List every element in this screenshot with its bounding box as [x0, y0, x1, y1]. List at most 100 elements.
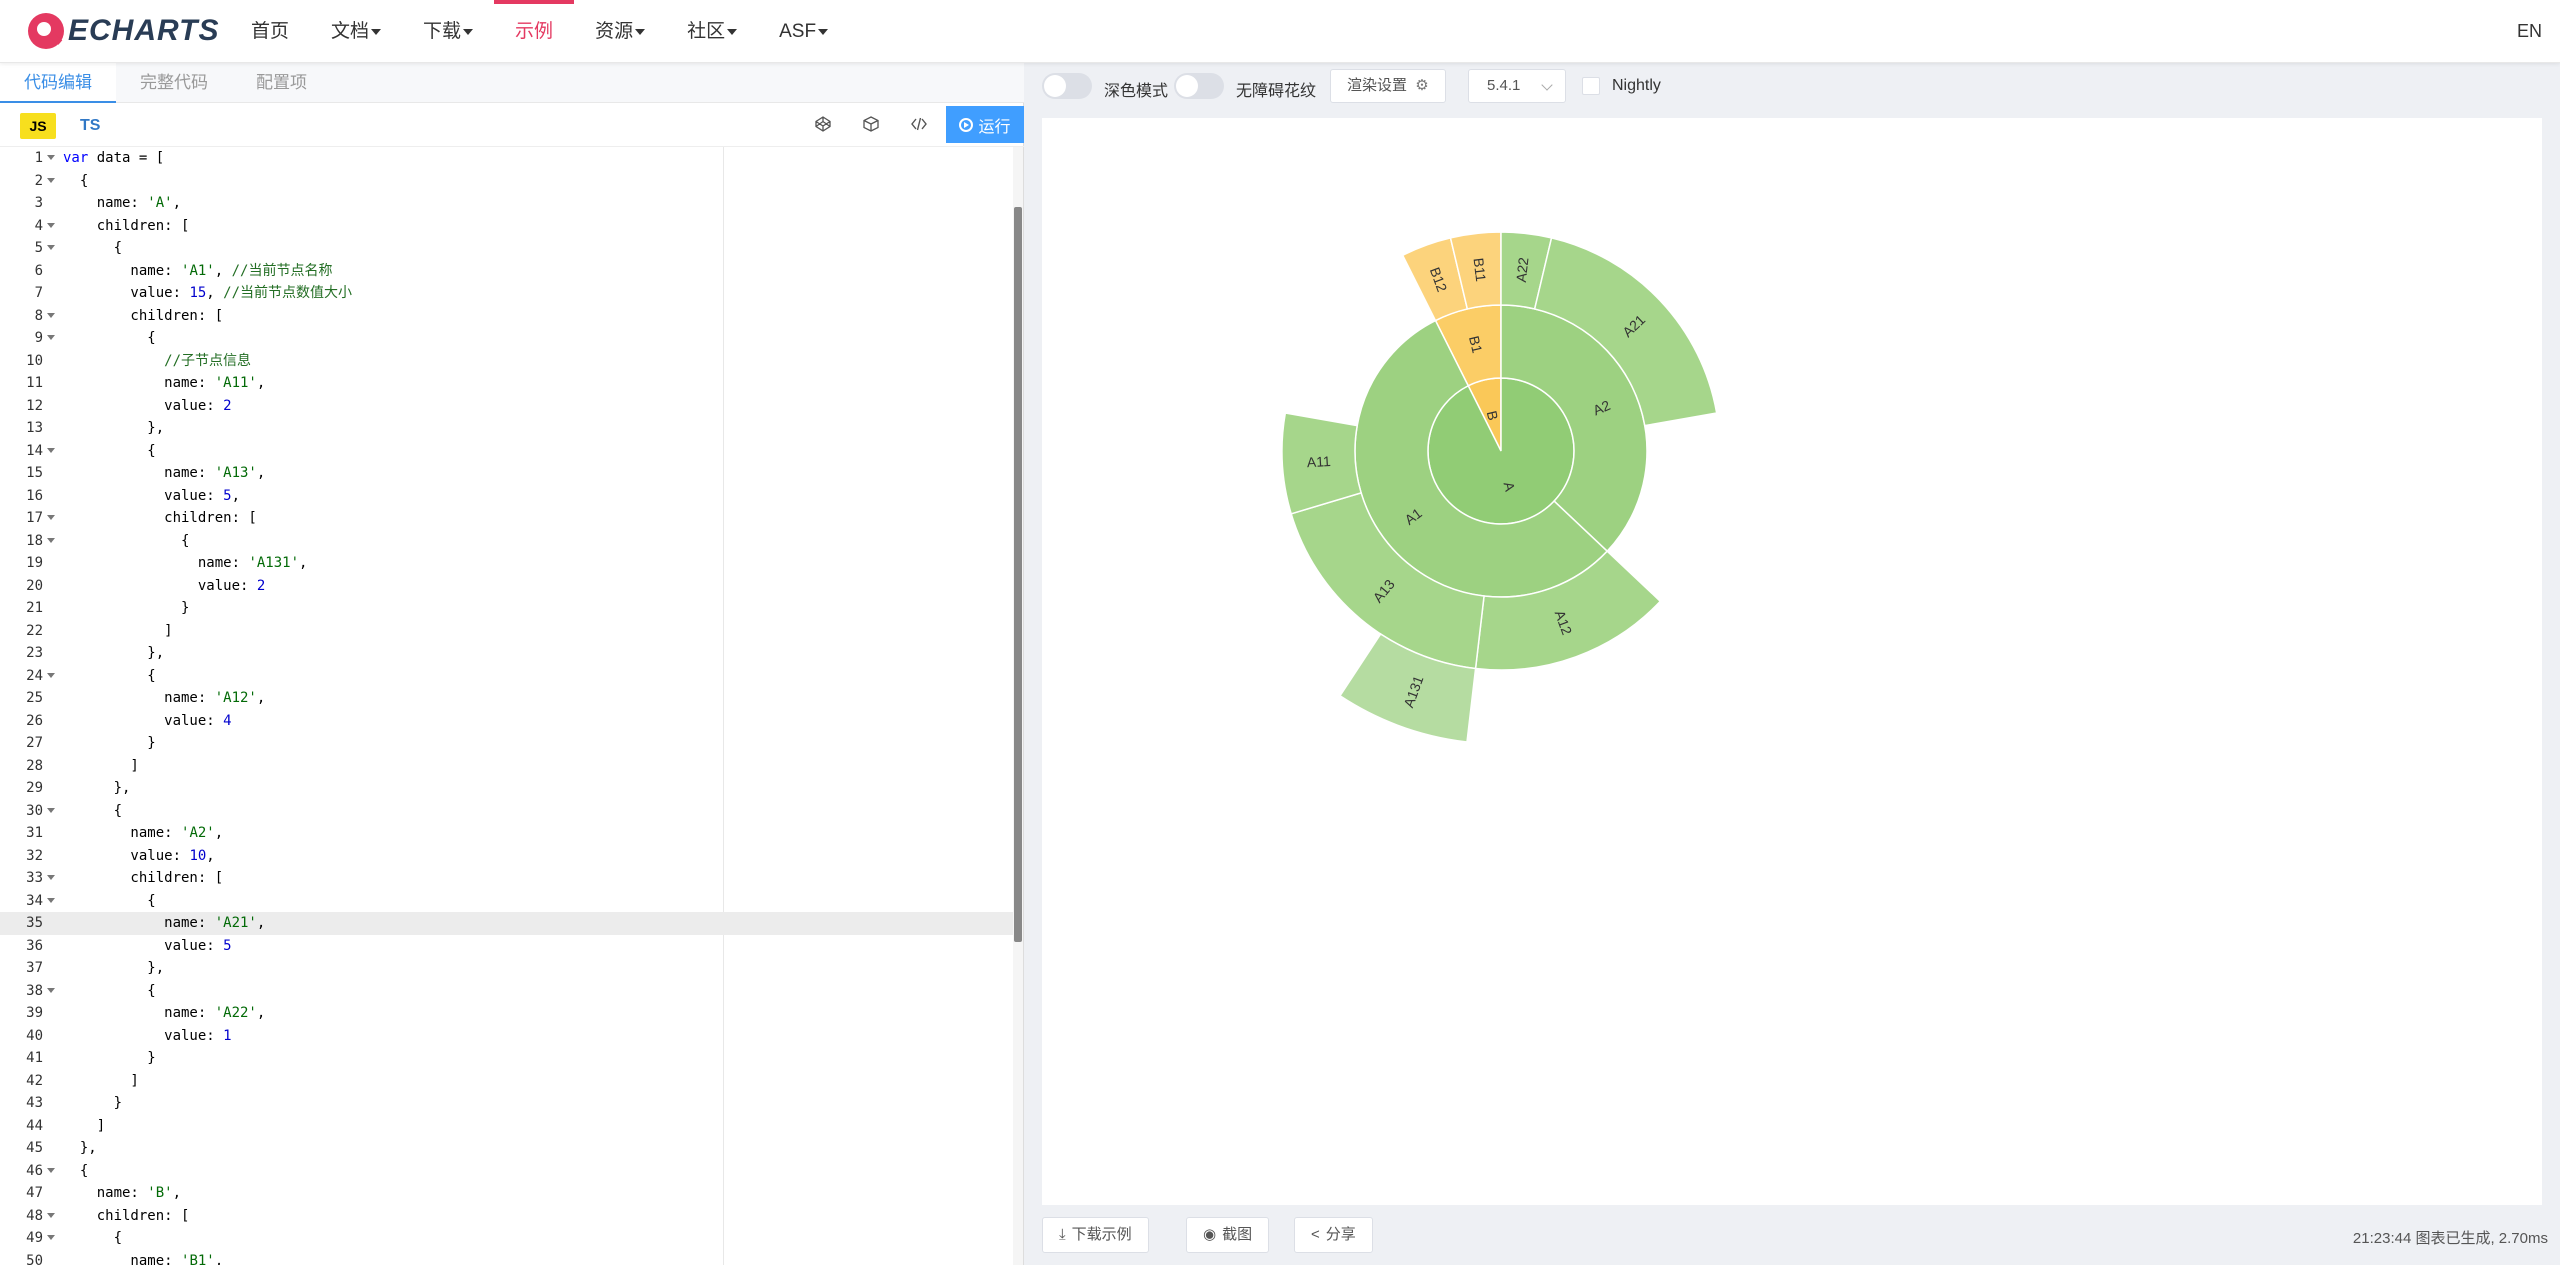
- echarts-logo[interactable]: ECHARTS: [28, 12, 219, 50]
- sunburst-chart: BB1B12 B11AA2A22A21A1A12A13A131A11: [1281, 231, 1718, 743]
- code-line[interactable]: 7 value: 15, //当前节点数值大小: [0, 282, 1014, 305]
- nav-home[interactable]: 首页: [230, 0, 310, 63]
- code-line[interactable]: 10 //子节点信息: [0, 350, 1014, 373]
- code-line[interactable]: 27 }: [0, 732, 1014, 755]
- codepen-icon[interactable]: [812, 115, 834, 137]
- code-line[interactable]: 22 ]: [0, 620, 1014, 643]
- fold-arrow-icon[interactable]: [47, 672, 55, 678]
- editor-scroll-thumb[interactable]: [1014, 207, 1022, 942]
- code-line[interactable]: 35 name: 'A21',: [0, 912, 1014, 935]
- nav-docs[interactable]: 文档: [310, 0, 402, 63]
- nav-resources[interactable]: 资源: [574, 0, 666, 63]
- fold-arrow-icon[interactable]: [47, 177, 55, 183]
- code-editor[interactable]: 1 var data = [2 {3 name: 'A', 4 children: …: [0, 147, 1024, 1265]
- code-line[interactable]: 13 },: [0, 417, 1014, 440]
- decal-toggle[interactable]: [1174, 73, 1224, 99]
- code-line[interactable]: 21 }: [0, 597, 1014, 620]
- code-line[interactable]: 23 },: [0, 642, 1014, 665]
- code-line[interactable]: 28 ]: [0, 755, 1014, 778]
- codesandbox-icon[interactable]: [860, 115, 882, 137]
- line-number: 4: [34, 217, 43, 234]
- download-example-button[interactable]: ⤓ 下载示例: [1042, 1217, 1149, 1253]
- language-switch[interactable]: EN: [2517, 0, 2542, 63]
- nav-download[interactable]: 下载: [402, 0, 494, 63]
- fold-arrow-icon[interactable]: [47, 222, 55, 228]
- ts-toggle[interactable]: TS: [80, 113, 100, 139]
- tab-options[interactable]: 配置项: [232, 63, 331, 103]
- code-line[interactable]: 18 {: [0, 530, 1014, 553]
- fold-arrow-icon[interactable]: [47, 987, 55, 993]
- nav-community[interactable]: 社区: [666, 0, 758, 63]
- code-line[interactable]: 41 }: [0, 1047, 1014, 1070]
- code-line[interactable]: 34 {: [0, 890, 1014, 913]
- code-line[interactable]: 50 name: 'B1',: [0, 1250, 1014, 1265]
- code-line[interactable]: 5 {: [0, 237, 1014, 260]
- nav-asf[interactable]: ASF: [758, 0, 849, 63]
- tab-code-edit[interactable]: 代码编辑: [0, 63, 116, 103]
- code-line[interactable]: 24 {: [0, 665, 1014, 688]
- code-line[interactable]: 40 value: 1: [0, 1025, 1014, 1048]
- fold-arrow-icon[interactable]: [47, 245, 55, 250]
- dark-mode-toggle[interactable]: [1042, 73, 1092, 99]
- fold-arrow-icon[interactable]: [47, 1235, 55, 1240]
- fold-arrow-icon[interactable]: [47, 155, 55, 160]
- fold-arrow-icon[interactable]: [47, 537, 55, 543]
- share-icon: <: [1311, 1226, 1320, 1243]
- code-line[interactable]: 16 value: 5,: [0, 485, 1014, 508]
- fold-arrow-icon[interactable]: [47, 897, 55, 903]
- code-line[interactable]: 37 },: [0, 957, 1014, 980]
- code-line[interactable]: 47 name: 'B',: [0, 1182, 1014, 1205]
- code-line[interactable]: 8 children: [: [0, 305, 1014, 328]
- code-line[interactable]: 43 }: [0, 1092, 1014, 1115]
- format-code-icon[interactable]: [908, 115, 930, 137]
- version-select[interactable]: 5.4.1: [1468, 69, 1566, 103]
- nav-examples[interactable]: 示例: [494, 0, 575, 63]
- code-line[interactable]: 38 {: [0, 980, 1014, 1003]
- code-line[interactable]: 6 name: 'A1', //当前节点名称: [0, 260, 1014, 283]
- code-line[interactable]: 46 {: [0, 1160, 1014, 1183]
- fold-arrow-icon[interactable]: [47, 1212, 55, 1218]
- render-settings-button[interactable]: 渲染设置 ⚙: [1330, 69, 1446, 103]
- fold-arrow-icon[interactable]: [47, 515, 55, 520]
- code-line[interactable]: 25 name: 'A12',: [0, 687, 1014, 710]
- code-line[interactable]: 12 value: 2: [0, 395, 1014, 418]
- tab-full-code[interactable]: 完整代码: [116, 63, 232, 103]
- run-button[interactable]: 运行: [946, 106, 1024, 143]
- fold-arrow-icon[interactable]: [47, 1167, 55, 1173]
- code-line[interactable]: 11 name: 'A11',: [0, 372, 1014, 395]
- fold-arrow-icon[interactable]: [47, 447, 55, 453]
- code-line[interactable]: 9 {: [0, 327, 1014, 350]
- code-line[interactable]: 29 },: [0, 777, 1014, 800]
- code-text: },: [63, 1140, 97, 1156]
- code-line[interactable]: 39 name: 'A22',: [0, 1002, 1014, 1025]
- code-line[interactable]: 49 {: [0, 1227, 1014, 1250]
- code-line[interactable]: 20 value: 2: [0, 575, 1014, 598]
- nightly-checkbox[interactable]: [1582, 77, 1600, 95]
- code-line[interactable]: 42 ]: [0, 1070, 1014, 1093]
- code-line[interactable]: 1 var data = [: [0, 147, 1014, 170]
- code-line[interactable]: 19 name: 'A131',: [0, 552, 1014, 575]
- fold-arrow-icon[interactable]: [47, 807, 55, 813]
- share-button[interactable]: < 分享: [1294, 1217, 1373, 1253]
- code-line[interactable]: 44 ]: [0, 1115, 1014, 1138]
- fold-arrow-icon[interactable]: [47, 335, 55, 340]
- screenshot-button[interactable]: ◉ 截图: [1186, 1217, 1270, 1253]
- fold-arrow-icon[interactable]: [47, 875, 55, 880]
- code-line[interactable]: 14 {: [0, 440, 1014, 463]
- fold-arrow-icon[interactable]: [47, 312, 55, 318]
- code-line[interactable]: 45 },: [0, 1137, 1014, 1160]
- code-line[interactable]: 33 children: [: [0, 867, 1014, 890]
- js-toggle[interactable]: JS: [20, 113, 56, 139]
- code-line[interactable]: 4 children: [: [0, 215, 1014, 238]
- code-line[interactable]: 17 children: [: [0, 507, 1014, 530]
- code-line[interactable]: 15 name: 'A13',: [0, 462, 1014, 485]
- code-line[interactable]: 32 value: 10,: [0, 845, 1014, 868]
- code-line[interactable]: 3 name: 'A',: [0, 192, 1014, 215]
- code-line[interactable]: 26 value: 4: [0, 710, 1014, 733]
- code-line[interactable]: 30 {: [0, 800, 1014, 823]
- code-line[interactable]: 48 children: [: [0, 1205, 1014, 1228]
- editor-scrollbar[interactable]: [1013, 147, 1023, 1265]
- code-line[interactable]: 2 {: [0, 170, 1014, 193]
- code-line[interactable]: 36 value: 5: [0, 935, 1014, 958]
- code-line[interactable]: 31 name: 'A2',: [0, 822, 1014, 845]
